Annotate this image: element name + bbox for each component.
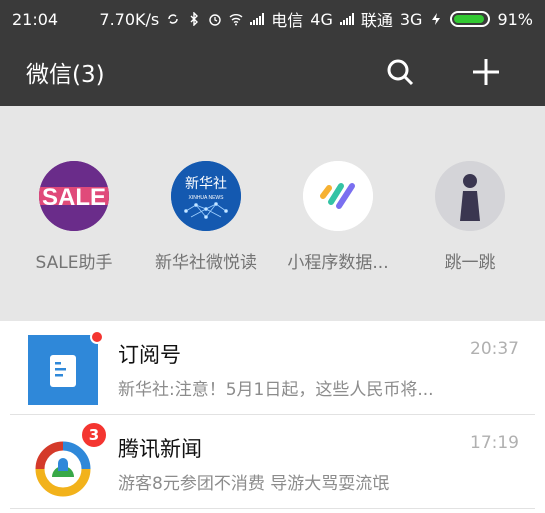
charging-icon bbox=[432, 13, 441, 25]
mini-program-label: SALE助手 bbox=[35, 253, 113, 273]
battery-icon bbox=[450, 11, 491, 27]
chat-preview: 新华社:注意！5月1日起，这些人民币将... bbox=[118, 380, 434, 400]
chat-time: 20:37 bbox=[470, 339, 519, 359]
unread-dot bbox=[90, 330, 104, 344]
status-bar: 21:04 7.70K/s 电信 4G 联通 3G 91% bbox=[0, 0, 545, 38]
unread-count-badge: 3 bbox=[80, 421, 108, 449]
chat-time: 17:19 bbox=[470, 433, 519, 453]
sale-logo-text: SALE bbox=[42, 184, 106, 211]
xinhua-logo-subtext: XINHUA NEWS bbox=[188, 195, 224, 201]
jump-game-logo bbox=[435, 161, 505, 231]
alarm-icon bbox=[209, 14, 221, 26]
chat-name: 腾讯新闻 bbox=[118, 437, 202, 461]
net-speed: 7.70K/s bbox=[99, 9, 160, 29]
xinhua-logo: 新华社 XINHUA NEWS bbox=[171, 161, 241, 231]
mini-program-label: 小程序数据... bbox=[287, 253, 389, 273]
net2-label: 3G bbox=[399, 9, 423, 29]
data-assistant-logo bbox=[303, 161, 373, 231]
mini-program-xinhua[interactable]: 新华社 XINHUA NEWS 新华社微悦读 bbox=[136, 161, 276, 273]
search-icon bbox=[387, 59, 414, 86]
mini-program-panel: SALE SALE助手 新华社 XINHUA NEWS 新华社微悦读 小程序数据… bbox=[0, 106, 545, 321]
carrier1-label: 电信 bbox=[271, 11, 304, 30]
bluetooth-icon bbox=[190, 12, 199, 26]
chat-row-subscriptions[interactable]: 订阅号 新华社:注意！5月1日起，这些人民币将... 20:37 bbox=[0, 321, 545, 413]
battery-fill bbox=[454, 15, 484, 23]
wifi-icon bbox=[229, 14, 243, 26]
status-indicators: 7.70K/s 电信 4G 联通 3G 91% bbox=[99, 7, 533, 31]
net1-label: 4G bbox=[310, 9, 333, 29]
status-time: 21:04 bbox=[12, 9, 59, 29]
mini-program-label: 新华社微悦读 bbox=[155, 253, 257, 273]
add-button[interactable] bbox=[460, 46, 512, 98]
search-button[interactable] bbox=[374, 46, 426, 98]
sync-icon bbox=[168, 14, 178, 24]
subscription-avatar bbox=[28, 335, 98, 405]
battery-percent: 91% bbox=[497, 9, 533, 29]
mini-program-jump[interactable]: 跳一跳 bbox=[400, 161, 540, 273]
mini-program-sale[interactable]: SALE SALE助手 bbox=[4, 161, 144, 273]
mini-program-label: 跳一跳 bbox=[444, 253, 496, 273]
chat-row-tencent-news[interactable]: 3 腾讯新闻 游客8元参团不消费 导游大骂耍流氓 17:19 bbox=[0, 415, 545, 507]
mini-program-data-assistant[interactable]: 小程序数据... bbox=[268, 161, 408, 273]
signal-icon bbox=[339, 13, 354, 25]
plus-icon bbox=[473, 59, 499, 85]
subscription-icon bbox=[28, 335, 98, 405]
list-divider bbox=[10, 508, 535, 509]
chat-name: 订阅号 bbox=[118, 343, 181, 367]
carrier2-label: 联通 bbox=[360, 11, 393, 30]
app-header: 微信(3) bbox=[0, 38, 545, 106]
page-title: 微信(3) bbox=[26, 62, 105, 88]
chat-preview: 游客8元参团不消费 导游大骂耍流氓 bbox=[118, 474, 390, 494]
sale-logo: SALE bbox=[39, 161, 109, 231]
xinhua-logo-text: 新华社 bbox=[185, 176, 227, 192]
signal-icon bbox=[250, 13, 265, 25]
